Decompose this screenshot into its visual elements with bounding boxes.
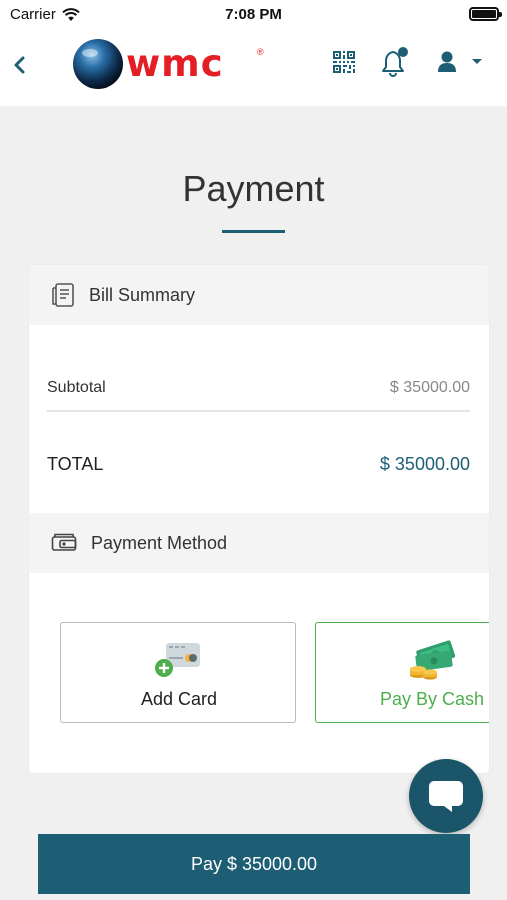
caret-down-icon bbox=[472, 59, 482, 64]
chevron-left-icon bbox=[14, 56, 25, 74]
subtotal-row: Subtotal $ 35000.00 bbox=[47, 375, 470, 401]
add-card-option[interactable]: Add Card bbox=[60, 622, 296, 723]
add-card-icon bbox=[155, 643, 200, 677]
registered-mark: ® bbox=[257, 47, 264, 57]
chat-bubble-icon bbox=[429, 781, 463, 812]
pay-by-cash-option[interactable]: Pay By Cash bbox=[315, 622, 489, 723]
back-button[interactable] bbox=[10, 50, 32, 80]
qr-code-button[interactable] bbox=[332, 50, 356, 74]
pay-by-cash-label: Pay By Cash bbox=[380, 689, 485, 709]
status-bar: Carrier 7:08 PM bbox=[0, 0, 507, 28]
globe-icon bbox=[73, 39, 123, 89]
subtotal-divider bbox=[47, 410, 470, 412]
top-navbar: wmc ® bbox=[0, 28, 507, 106]
user-icon bbox=[438, 51, 456, 72]
bell-icon bbox=[382, 47, 408, 77]
title-underline bbox=[222, 230, 285, 233]
receipt-icon bbox=[52, 283, 74, 307]
payment-card: Bill Summary Subtotal $ 35000.00 TOTAL $… bbox=[29, 265, 489, 773]
add-card-label: Add Card bbox=[140, 689, 218, 709]
payment-method-header: Payment Method bbox=[29, 513, 489, 573]
total-label: TOTAL bbox=[47, 453, 104, 474]
subtotal-label: Subtotal bbox=[47, 379, 106, 396]
notification-dot bbox=[398, 47, 408, 57]
bill-summary-header: Bill Summary bbox=[29, 265, 489, 325]
logo-wordmark: wmc bbox=[126, 42, 224, 85]
subtotal-value: $ 35000.00 bbox=[389, 379, 470, 396]
total-value: $ 35000.00 bbox=[379, 453, 470, 474]
notifications-button[interactable] bbox=[380, 46, 410, 78]
pay-button[interactable]: Pay $ 35000.00 bbox=[38, 834, 470, 894]
total-row: TOTAL $ 35000.00 bbox=[47, 451, 470, 477]
wmc-logo: wmc ® bbox=[72, 38, 267, 90]
payment-method-heading: Payment Method bbox=[91, 532, 228, 553]
user-menu-button[interactable] bbox=[436, 50, 486, 76]
battery-icon bbox=[469, 7, 502, 21]
chat-button[interactable] bbox=[409, 759, 483, 833]
status-time: 7:08 PM bbox=[225, 6, 282, 23]
wallet-icon bbox=[51, 533, 77, 551]
bill-summary-heading: Bill Summary bbox=[89, 284, 196, 305]
qr-code-icon bbox=[333, 51, 355, 73]
page-title: Payment bbox=[182, 168, 325, 209]
cash-icon bbox=[410, 640, 456, 680]
